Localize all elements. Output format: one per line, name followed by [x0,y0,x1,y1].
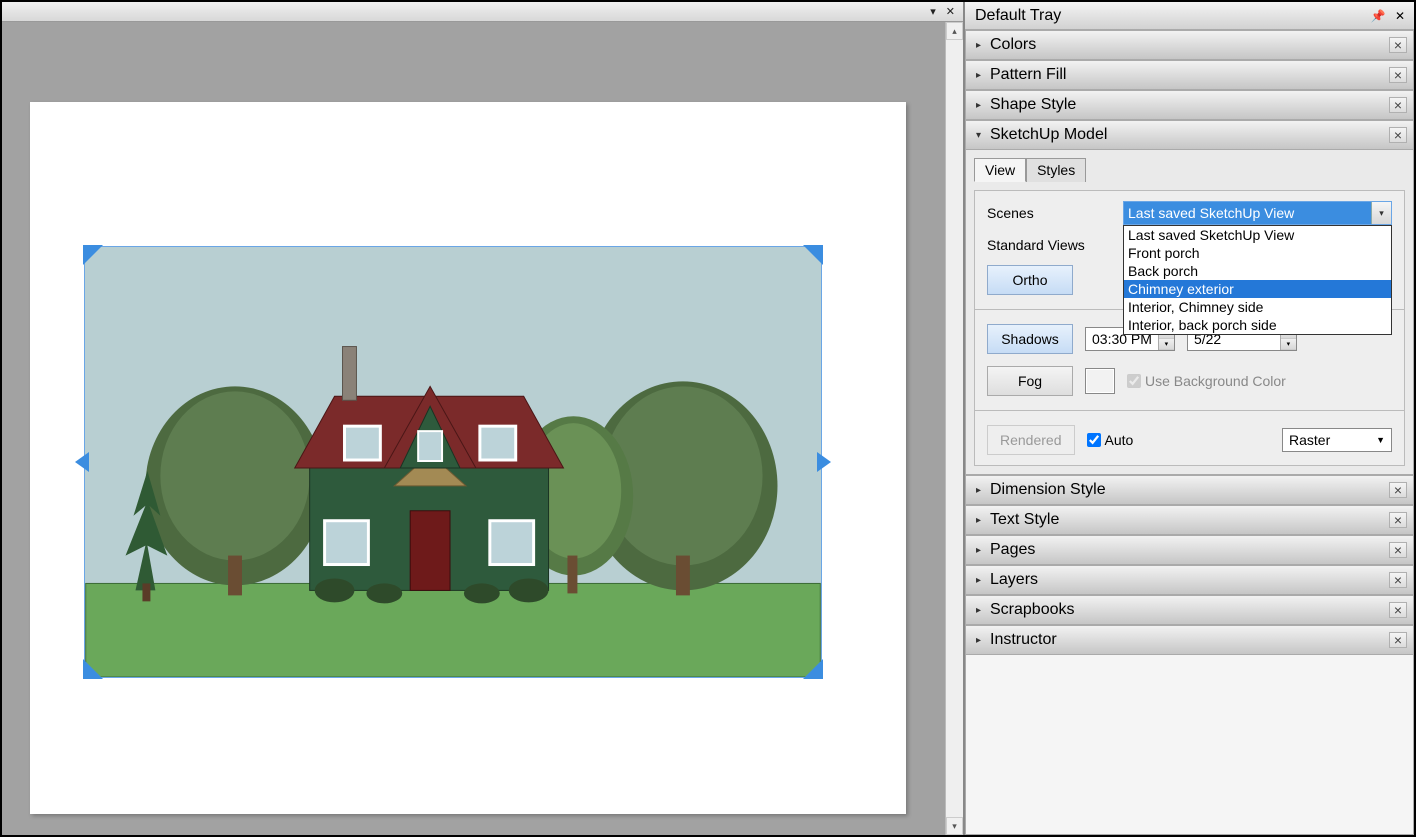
panel-scrapbooks[interactable]: ▸ Scrapbooks × [965,595,1414,625]
scroll-track[interactable] [946,40,963,817]
chevron-right-icon: ▸ [976,70,990,81]
panel-shape-style[interactable]: ▸ Shape Style × [965,90,1414,120]
panel-label: Layers [990,571,1389,589]
resize-handle-bl[interactable] [83,659,103,679]
panel-label: Pages [990,541,1389,559]
panel-close-icon[interactable]: × [1389,572,1407,588]
panel-close-icon[interactable]: × [1389,127,1407,143]
fog-button[interactable]: Fog [987,366,1073,396]
spin-down-icon[interactable]: ▾ [1281,339,1296,350]
resize-handle-br[interactable] [803,659,823,679]
chevron-right-icon: ▸ [976,485,990,496]
panel-dimension-style[interactable]: ▸ Dimension Style × [965,475,1414,505]
panel-close-icon[interactable]: × [1389,602,1407,618]
paper-sheet [30,102,906,814]
panel-close-icon[interactable]: × [1389,67,1407,83]
scroll-up-icon[interactable]: ▴ [946,22,963,40]
checkbox-input[interactable] [1087,433,1101,447]
default-tray: Default Tray 📌 ✕ ▸ Colors × ▸ Pattern Fi… [964,2,1414,835]
close-icon[interactable]: ✕ [946,5,955,18]
chevron-right-icon: ▸ [976,40,990,51]
panel-label: Scrapbooks [990,601,1389,619]
tab-styles[interactable]: Styles [1026,158,1086,182]
panel-close-icon[interactable]: × [1389,512,1407,528]
fog-color-well[interactable] [1085,368,1115,394]
spin-down-icon[interactable]: ▾ [1159,339,1174,350]
panel-layers[interactable]: ▸ Layers × [965,565,1414,595]
scene-option[interactable]: Front porch [1124,244,1391,262]
panel-label: Shape Style [990,96,1389,114]
auto-checkbox[interactable]: Auto [1087,432,1134,448]
rendered-button: Rendered [987,425,1075,455]
document-window-controls: ▾ ✕ [2,2,963,22]
chevron-right-icon: ▸ [976,635,990,646]
scene-option[interactable]: Back porch [1124,262,1391,280]
panel-pattern-fill[interactable]: ▸ Pattern Fill × [965,60,1414,90]
panel-label: Text Style [990,511,1389,529]
scene-option[interactable]: Last saved SketchUp View [1124,226,1391,244]
scene-option[interactable]: Interior, back porch side [1124,316,1391,334]
panel-close-icon[interactable]: × [1389,632,1407,648]
shadows-button[interactable]: Shadows [987,324,1073,354]
chevron-down-icon[interactable]: ▾ [1371,202,1391,224]
panel-label: Colors [990,36,1389,54]
panel-close-icon[interactable]: × [1389,97,1407,113]
standard-views-label: Standard Views [987,237,1123,253]
render-mode-value: Raster [1289,432,1330,448]
panel-close-icon[interactable]: × [1389,542,1407,558]
panel-sketchup-model[interactable]: ▾ SketchUp Model × [965,120,1414,150]
chevron-down-icon: ▼ [1376,435,1385,445]
scroll-down-icon[interactable]: ▾ [946,817,963,835]
tray-empty-area [965,655,1414,835]
resize-handle-tl[interactable] [83,245,103,265]
panel-close-icon[interactable]: × [1389,482,1407,498]
checkbox-label: Use Background Color [1145,373,1286,389]
tray-header[interactable]: Default Tray 📌 ✕ [965,2,1414,30]
resize-handle-ml[interactable] [75,452,89,472]
tray-title: Default Tray [975,7,1364,25]
vertical-scrollbar[interactable]: ▴ ▾ [945,22,963,835]
scenes-dropdown: Last saved SketchUp View Front porch Bac… [1123,225,1392,335]
model-viewport[interactable] [84,246,822,678]
checkbox-input[interactable] [1127,374,1141,388]
panel-label: Pattern Fill [990,66,1389,84]
scene-option[interactable]: Interior, Chimney side [1124,298,1391,316]
view-group: Scenes ▾ Last saved SketchUp View Front … [974,190,1405,466]
scenes-input[interactable] [1123,201,1392,225]
resize-handle-mr[interactable] [817,452,831,472]
use-background-color-checkbox[interactable]: Use Background Color [1127,373,1286,389]
sketchup-model-body: View Styles Scenes ▾ Last saved SketchUp… [965,150,1414,475]
model-render [85,247,821,677]
model-tabs: View Styles [974,158,1405,182]
panel-colors[interactable]: ▸ Colors × [965,30,1414,60]
chevron-down-icon: ▾ [976,130,990,141]
close-icon[interactable]: ✕ [1392,9,1408,23]
panel-text-style[interactable]: ▸ Text Style × [965,505,1414,535]
chevron-right-icon: ▸ [976,515,990,526]
panel-instructor[interactable]: ▸ Instructor × [965,625,1414,655]
panel-close-icon[interactable]: × [1389,37,1407,53]
chevron-right-icon: ▸ [976,545,990,556]
document-area: ▾ ✕ [2,2,964,835]
scenes-label: Scenes [987,205,1123,221]
resize-handle-tr[interactable] [803,245,823,265]
scenes-combo[interactable]: ▾ Last saved SketchUp View Front porch B… [1123,201,1392,225]
chevron-right-icon: ▸ [976,100,990,111]
panel-label: Instructor [990,631,1389,649]
checkbox-label: Auto [1105,432,1134,448]
document-canvas[interactable]: ▴ ▾ [2,22,963,835]
chevron-right-icon: ▸ [976,605,990,616]
tab-view[interactable]: View [974,158,1026,182]
panel-pages[interactable]: ▸ Pages × [965,535,1414,565]
pin-icon[interactable]: 📌 [1370,9,1386,23]
ortho-button[interactable]: Ortho [987,265,1073,295]
scene-option[interactable]: Chimney exterior [1124,280,1391,298]
panel-label: SketchUp Model [990,126,1389,144]
panel-label: Dimension Style [990,481,1389,499]
render-mode-select[interactable]: Raster ▼ [1282,428,1392,452]
dropdown-icon[interactable]: ▾ [930,5,936,18]
chevron-right-icon: ▸ [976,575,990,586]
